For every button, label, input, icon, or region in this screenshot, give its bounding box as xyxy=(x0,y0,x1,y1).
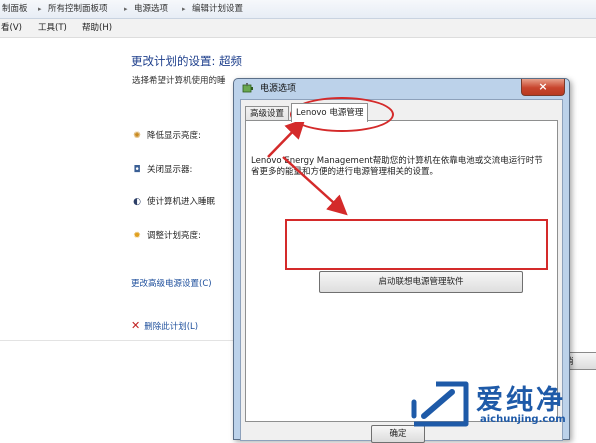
arrow-to-tab xyxy=(267,118,306,158)
annotation-arrows xyxy=(267,118,348,216)
aichunjing-logo-icon xyxy=(411,381,469,427)
watermark-cn: 爱纯净 xyxy=(476,385,566,416)
watermark: 爱纯净 aichunjing.com xyxy=(404,374,596,434)
tab-lenovo-power-management[interactable]: Lenovo 电源管理 xyxy=(291,103,369,122)
arrow-to-button xyxy=(282,156,348,216)
watermark-en: aichunjing.com xyxy=(480,414,566,425)
